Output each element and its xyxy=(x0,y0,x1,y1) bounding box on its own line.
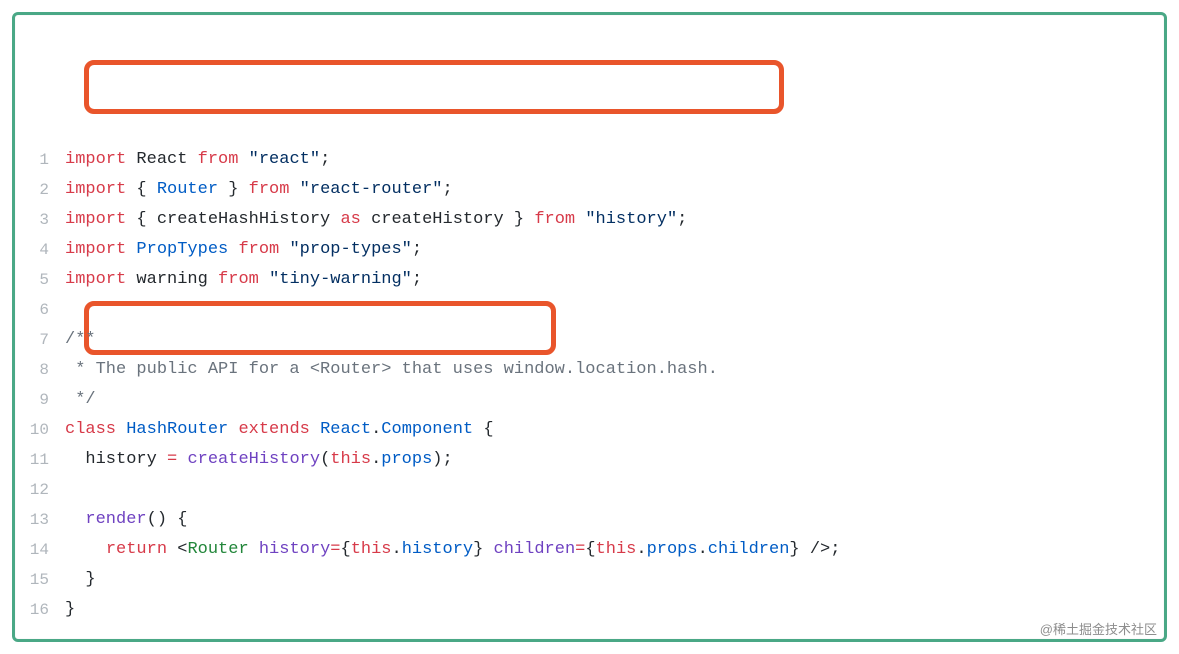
code-line: 9 */ xyxy=(25,385,1154,415)
code-line: 11 history = createHistory(this.props); xyxy=(25,445,1154,475)
line-number: 13 xyxy=(25,505,65,535)
code-line: 16} xyxy=(25,595,1154,625)
code-line: 7/** xyxy=(25,325,1154,355)
line-content: history = createHistory(this.props); xyxy=(65,445,1154,475)
line-content: import { Router } from "react-router"; xyxy=(65,175,1154,205)
watermark: @稀土掘金技术社区 xyxy=(1040,619,1157,638)
line-content: class HashRouter extends React.Component… xyxy=(65,415,1154,445)
line-number: 15 xyxy=(25,565,65,595)
line-number: 5 xyxy=(25,265,65,295)
line-number: 12 xyxy=(25,475,65,505)
line-content: import PropTypes from "prop-types"; xyxy=(65,235,1154,265)
line-content: return <Router history={this.history} ch… xyxy=(65,535,1154,565)
line-content: import warning from "tiny-warning"; xyxy=(65,265,1154,295)
line-content: * The public API for a <Router> that use… xyxy=(65,355,1154,385)
line-number: 7 xyxy=(25,325,65,355)
line-content: } xyxy=(65,565,1154,595)
line-number: 16 xyxy=(25,595,65,625)
line-number: 4 xyxy=(25,235,65,265)
line-content: */ xyxy=(65,385,1154,415)
code-line: 10class HashRouter extends React.Compone… xyxy=(25,415,1154,445)
code-block: 1import React from "react";2import { Rou… xyxy=(25,25,1154,625)
line-number: 2 xyxy=(25,175,65,205)
code-line: 15 } xyxy=(25,565,1154,595)
line-content: } xyxy=(65,595,1154,625)
line-number: 11 xyxy=(25,445,65,475)
line-number: 1 xyxy=(25,145,65,175)
code-line: 1import React from "react"; xyxy=(25,145,1154,175)
line-number: 8 xyxy=(25,355,65,385)
line-number: 9 xyxy=(25,385,65,415)
code-line: 2import { Router } from "react-router"; xyxy=(25,175,1154,205)
line-content: render() { xyxy=(65,505,1154,535)
line-number: 10 xyxy=(25,415,65,445)
line-number: 3 xyxy=(25,205,65,235)
line-content: import React from "react"; xyxy=(65,145,1154,175)
highlight-line-3 xyxy=(84,60,784,114)
code-line: 8 * The public API for a <Router> that u… xyxy=(25,355,1154,385)
code-line: 14 return <Router history={this.history}… xyxy=(25,535,1154,565)
line-number: 14 xyxy=(25,535,65,565)
line-number: 6 xyxy=(25,295,65,325)
code-line: 4import PropTypes from "prop-types"; xyxy=(25,235,1154,265)
code-line: 5import warning from "tiny-warning"; xyxy=(25,265,1154,295)
code-line: 6 xyxy=(25,295,1154,325)
code-line: 12 xyxy=(25,475,1154,505)
line-content: /** xyxy=(65,325,1154,355)
code-frame: 1import React from "react";2import { Rou… xyxy=(12,12,1167,642)
line-content: import { createHashHistory as createHist… xyxy=(65,205,1154,235)
code-line: 13 render() { xyxy=(25,505,1154,535)
code-line: 3import { createHashHistory as createHis… xyxy=(25,205,1154,235)
